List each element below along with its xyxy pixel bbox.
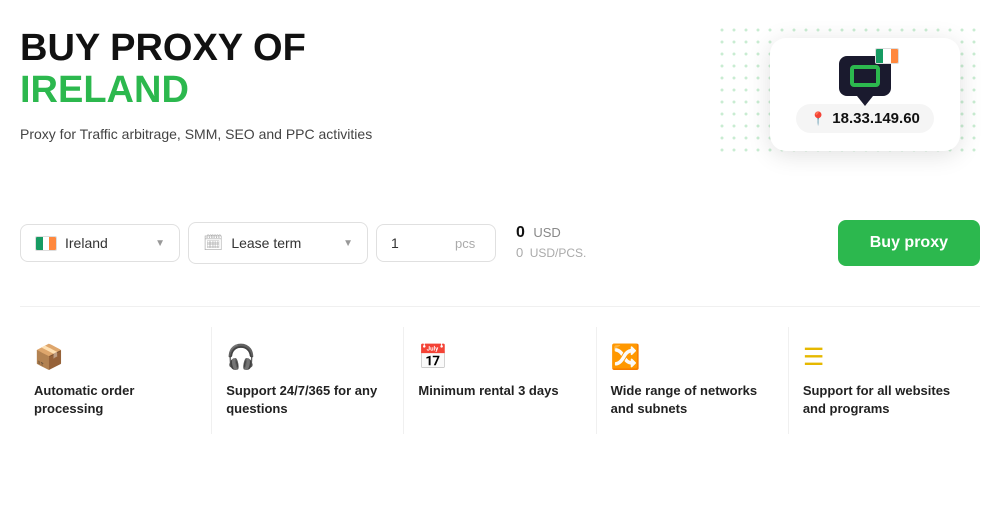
lease-term-select[interactable]: 🗓 Lease term ▼ <box>188 222 368 264</box>
feature-text-1: Support 24/7/365 for any questions <box>226 382 389 418</box>
flag-white <box>883 49 890 63</box>
flag-green <box>36 237 43 250</box>
price-value: 0 <box>516 224 525 241</box>
quantity-input[interactable] <box>391 235 451 251</box>
flag-green <box>876 49 883 63</box>
feature-text-4: Support for all websites and programs <box>803 382 966 418</box>
proxy-card: 📍 18.33.149.60 <box>770 38 960 151</box>
card-logo-wrap <box>839 56 891 96</box>
pin-icon: 📍 <box>810 111 826 127</box>
feature-icon-3: 🔀 <box>611 343 774 372</box>
features-section: 📦 Automatic order processing 🎧 Support 24/7… <box>20 306 980 434</box>
feature-card-4: ☰ Support for all websites and programs <box>789 327 980 434</box>
feature-icon-4: ☰ <box>803 343 966 372</box>
chevron-down-icon-lease: ▼ <box>343 238 353 249</box>
feature-card-1: 🎧 Support 24/7/365 for any questions <box>212 327 404 434</box>
controls-bar: Ireland ▼ 🗓 Lease term ▼ pcs 0 USD 0 USD… <box>20 220 980 266</box>
page-wrapper: BUY PROXY OF IRELAND Proxy for Traffic a… <box>0 0 1000 505</box>
feature-card-3: 🔀 Wide range of networks and subnets <box>597 327 789 434</box>
hero-subtitle: Proxy for Traffic arbitrage, SMM, SEO an… <box>20 126 372 142</box>
card-ip: 📍 18.33.149.60 <box>796 104 934 133</box>
hero-right: 📍 18.33.149.60 <box>640 28 980 188</box>
price-per-pcs-label: USD/PCS. <box>530 246 587 260</box>
flag-orange <box>891 49 898 63</box>
feature-text-2: Minimum rental 3 days <box>418 382 581 400</box>
price-currency: USD <box>533 225 560 240</box>
hero-title-line1: BUY PROXY OF <box>20 28 372 70</box>
quantity-box: pcs <box>376 224 496 262</box>
quantity-unit: pcs <box>455 236 475 251</box>
price-display: 0 USD 0 USD/PCS. <box>504 224 598 262</box>
feature-card-0: 📦 Automatic order processing <box>20 327 212 434</box>
feature-icon-2: 📅 <box>418 343 581 372</box>
lease-label: Lease term <box>231 235 335 251</box>
feature-card-2: 📅 Minimum rental 3 days <box>404 327 596 434</box>
flag-white <box>43 237 50 250</box>
feature-text-3: Wide range of networks and subnets <box>611 382 774 418</box>
price-per-pcs: 0 USD/PCS. <box>516 244 586 262</box>
country-label: Ireland <box>65 235 147 251</box>
hero-title-line2: IRELAND <box>20 70 372 112</box>
hero-left: BUY PROXY OF IRELAND Proxy for Traffic a… <box>20 28 372 142</box>
buy-proxy-button[interactable]: Buy proxy <box>838 220 980 266</box>
price-per-pcs-value: 0 <box>516 245 523 260</box>
card-logo-inner <box>850 65 880 87</box>
flag-orange <box>49 237 56 250</box>
chevron-down-icon: ▼ <box>155 238 165 249</box>
country-select[interactable]: Ireland ▼ <box>20 224 180 262</box>
country-flag <box>35 236 57 251</box>
feature-text-0: Automatic order processing <box>34 382 197 418</box>
price-usd: 0 USD <box>516 224 586 242</box>
feature-icon-1: 🎧 <box>226 343 389 372</box>
hero-section: BUY PROXY OF IRELAND Proxy for Traffic a… <box>20 28 980 188</box>
card-flag <box>875 48 899 64</box>
card-logo-arrow <box>857 96 873 106</box>
calendar-icon: 🗓 <box>203 233 223 253</box>
feature-icon-0: 📦 <box>34 343 197 372</box>
